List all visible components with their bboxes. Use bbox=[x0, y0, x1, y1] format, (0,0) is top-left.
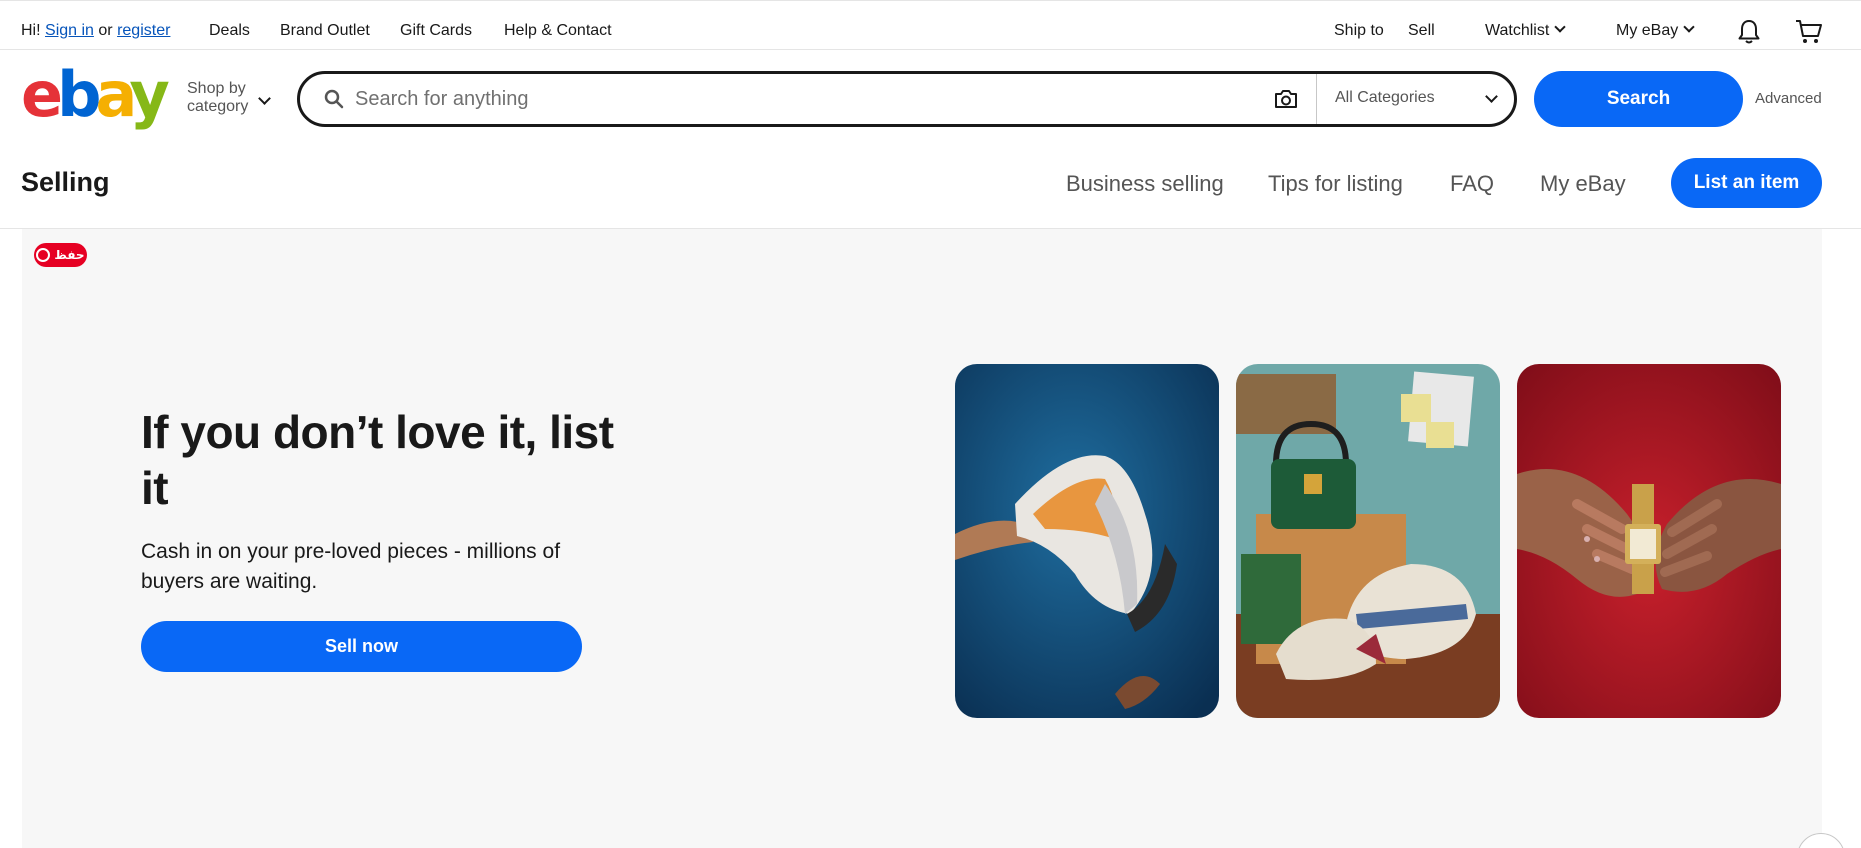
my-ebay-label: My eBay bbox=[1616, 22, 1679, 39]
category-select[interactable]: All Categories bbox=[1335, 89, 1435, 107]
register-link[interactable]: register bbox=[117, 22, 170, 39]
chevron-down-icon bbox=[1554, 21, 1566, 33]
greeting: Hi! Sign in or register bbox=[21, 22, 170, 40]
search-button[interactable]: Search bbox=[1534, 71, 1743, 127]
sell-link[interactable]: Sell bbox=[1408, 22, 1435, 40]
search-bar: All Categories bbox=[297, 71, 1517, 127]
hero-image-sneaker bbox=[955, 364, 1219, 718]
search-divider bbox=[1316, 74, 1317, 124]
hero-image-watch bbox=[1517, 364, 1781, 718]
nav-my-ebay[interactable]: My eBay bbox=[1540, 171, 1626, 197]
brand-outlet-link[interactable]: Brand Outlet bbox=[280, 22, 370, 40]
shop-by-line2: category bbox=[187, 98, 249, 115]
shop-by-line1: Shop by bbox=[187, 80, 246, 97]
chevron-down-icon bbox=[258, 92, 271, 105]
search-icon bbox=[324, 89, 344, 109]
ebay-logo[interactable]: ebay bbox=[21, 62, 170, 128]
search-input[interactable] bbox=[355, 82, 1255, 116]
hero-headline: If you don’t love it, list it bbox=[141, 406, 614, 514]
deals-link[interactable]: Deals bbox=[209, 22, 250, 40]
gift-cards-link[interactable]: Gift Cards bbox=[400, 22, 472, 40]
camera-icon[interactable] bbox=[1273, 87, 1299, 111]
watchlist-label: Watchlist bbox=[1485, 22, 1550, 39]
nav-faq[interactable]: FAQ bbox=[1450, 171, 1494, 197]
logo-letter-a: a bbox=[95, 58, 135, 131]
pinterest-icon bbox=[36, 248, 51, 262]
chevron-down-icon bbox=[1485, 90, 1498, 103]
shop-by-category-button[interactable]: Shop by category bbox=[187, 80, 248, 116]
sign-in-link[interactable]: Sign in bbox=[45, 22, 94, 39]
help-contact-link[interactable]: Help & Contact bbox=[504, 22, 612, 40]
chevron-down-icon bbox=[1683, 21, 1695, 33]
greeting-text: Hi! bbox=[21, 22, 41, 39]
list-an-item-button[interactable]: List an item bbox=[1671, 158, 1822, 208]
hero-subtext: Cash in on your pre-loved pieces - milli… bbox=[141, 540, 561, 593]
bell-icon[interactable] bbox=[1737, 19, 1761, 45]
pinterest-save-button[interactable]: حفظ bbox=[34, 243, 87, 267]
cart-icon[interactable] bbox=[1795, 19, 1823, 45]
advanced-search-link[interactable]: Advanced bbox=[1755, 90, 1822, 107]
or-text: or bbox=[98, 22, 113, 39]
logo-letter-b: b bbox=[57, 58, 101, 131]
logo-letter-y: y bbox=[129, 58, 169, 131]
my-ebay-menu[interactable]: My eBay bbox=[1616, 21, 1695, 40]
nav-tips-for-listing[interactable]: Tips for listing bbox=[1268, 171, 1403, 197]
logo-letter-e: e bbox=[21, 58, 63, 131]
top-utility-bar: Hi! Sign in or register Deals Brand Outl… bbox=[0, 0, 1861, 50]
nav-business-selling[interactable]: Business selling bbox=[1066, 171, 1224, 197]
ship-to-button[interactable]: Ship to bbox=[1334, 22, 1384, 40]
watchlist-menu[interactable]: Watchlist bbox=[1485, 21, 1566, 40]
pinterest-label: حفظ bbox=[54, 248, 85, 262]
sell-now-button[interactable]: Sell now bbox=[141, 621, 582, 672]
hero-image-handbag bbox=[1236, 364, 1500, 718]
page-title[interactable]: Selling bbox=[21, 167, 110, 198]
